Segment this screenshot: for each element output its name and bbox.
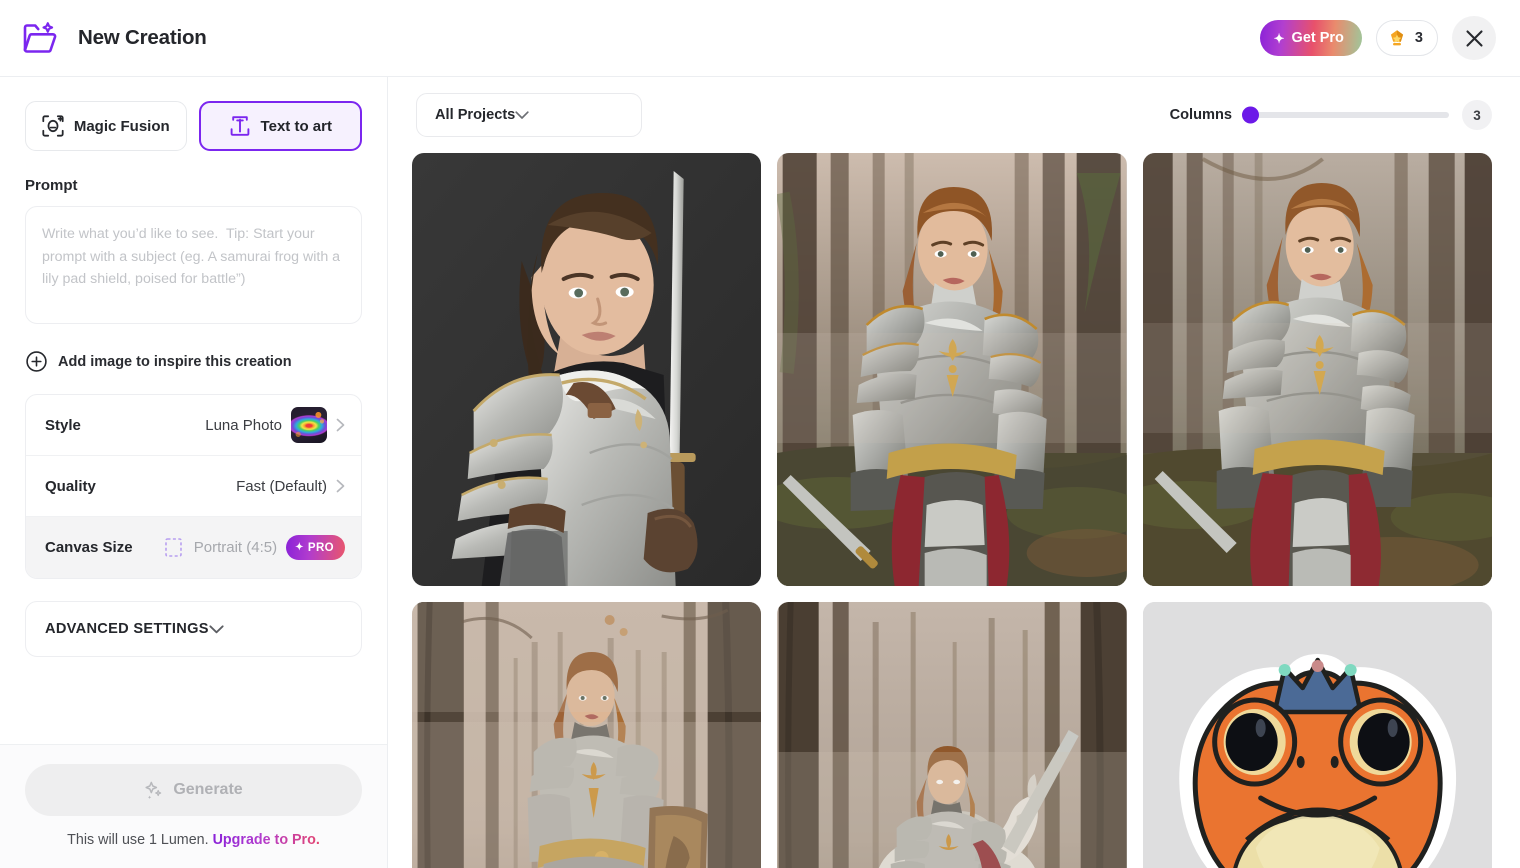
advanced-settings-toggle[interactable]: ADVANCED SETTINGS (25, 601, 362, 657)
add-inspiration-image-label: Add image to inspire this creation (58, 353, 292, 370)
sparkles-icon (144, 781, 163, 800)
setting-quality-value-wrap: Fast (Default) (236, 478, 345, 495)
gallery-tile-2[interactable] (777, 153, 1127, 586)
lumen-note: This will use 1 Lumen. Upgrade to Pro. (25, 832, 362, 848)
add-inspiration-image-button[interactable]: Add image to inspire this creation (26, 351, 362, 372)
text-frame-icon (229, 115, 251, 137)
face-scan-icon (42, 115, 64, 137)
page-title: New Creation (78, 26, 207, 49)
close-icon (1465, 29, 1483, 47)
gem-icon (1387, 29, 1407, 48)
columns-label: Columns (1169, 107, 1232, 123)
gallery-tile-4[interactable] (412, 602, 762, 868)
columns-slider[interactable] (1242, 106, 1449, 124)
dashed-square-icon (164, 538, 182, 557)
gallery-image-1 (412, 153, 762, 586)
projects-filter-value: All Projects (435, 107, 516, 123)
tab-text-to-art-label: Text to art (260, 117, 332, 135)
setting-row-quality[interactable]: Quality Fast (Default) (26, 456, 361, 517)
prompt-label: Prompt (25, 177, 78, 194)
settings-card: Style Luna Photo Quality Fast (Default) … (25, 394, 362, 579)
folder-sparkle-icon (22, 21, 58, 55)
setting-canvas-size-value: Portrait (4:5) (193, 539, 278, 556)
setting-canvas-size-label: Canvas Size (45, 539, 133, 556)
gallery-tile-6[interactable] (1142, 602, 1492, 868)
prompt-input[interactable] (25, 206, 362, 324)
credits-count: 3 (1414, 30, 1423, 46)
gallery-image-6 (1142, 602, 1492, 868)
luna-photo-thumbnail (291, 407, 327, 443)
sparkle-icon: ✦ (295, 542, 304, 553)
tab-text-to-art[interactable]: Text to art (198, 101, 362, 151)
gallery-toolbar: All Projects Columns 3 (388, 77, 1520, 153)
chevron-down-icon (209, 624, 224, 634)
setting-quality-value: Fast (Default) (236, 477, 327, 495)
setting-style-label: Style (45, 416, 81, 434)
mode-tabs: Magic Fusion Text to art (25, 101, 362, 151)
new-creation-window: New Creation ✦ Get Pro 3 Magic Fusion Te… (0, 0, 1520, 868)
get-pro-button[interactable]: ✦ Get Pro (1259, 20, 1362, 56)
sidebar-content: Magic Fusion Text to art Prompt Write wh… (0, 77, 387, 744)
close-button[interactable] (1452, 16, 1496, 60)
generate-label: Generate (173, 781, 243, 798)
chevron-down-icon (515, 110, 529, 120)
gallery-image-3 (1142, 153, 1492, 586)
upgrade-to-pro-link[interactable]: Upgrade to Pro. (213, 832, 320, 848)
sidebar-footer: Generate This will use 1 Lumen. Upgrade … (0, 744, 387, 868)
columns-value-badge: 3 (1462, 100, 1492, 130)
chevron-right-icon (336, 418, 345, 432)
brand: New Creation (22, 21, 207, 55)
creation-sidebar: Magic Fusion Text to art Prompt Write wh… (0, 77, 388, 868)
pro-badge: ✦ PRO (286, 535, 345, 560)
window-body: Magic Fusion Text to art Prompt Write wh… (0, 77, 1520, 868)
gallery-panel: All Projects Columns 3 (388, 77, 1520, 868)
setting-row-canvas-size[interactable]: Canvas Size Portrait (4:5) ✦ PRO (26, 517, 361, 578)
gallery-image-4 (412, 602, 762, 868)
columns-slider-thumb[interactable] (1242, 106, 1259, 124)
plus-circle-icon (26, 351, 47, 372)
gallery-tile-1[interactable] (412, 153, 762, 586)
pro-badge-label: PRO (307, 541, 334, 554)
gallery-tile-5[interactable] (777, 602, 1127, 868)
setting-row-style[interactable]: Style Luna Photo (26, 395, 361, 456)
setting-canvas-size-value-wrap: Portrait (4:5) ✦ PRO (164, 535, 345, 560)
setting-style-value: Luna Photo (205, 416, 282, 434)
chevron-right-icon (336, 479, 345, 493)
advanced-settings-label: ADVANCED SETTINGS (45, 621, 209, 637)
credits-pill[interactable]: 3 (1375, 20, 1438, 56)
lumen-note-text: This will use 1 Lumen. (67, 832, 209, 848)
image-gallery (388, 153, 1520, 868)
header-actions: ✦ Get Pro 3 (1259, 16, 1496, 60)
gallery-image-5 (777, 602, 1127, 868)
tab-magic-fusion-label: Magic Fusion (73, 117, 170, 135)
setting-style-value-wrap: Luna Photo (205, 407, 345, 443)
get-pro-label: Get Pro (1291, 30, 1344, 46)
gallery-tile-3[interactable] (1142, 153, 1492, 586)
columns-control: Columns 3 (1170, 100, 1492, 130)
tab-magic-fusion[interactable]: Magic Fusion (25, 101, 187, 151)
gallery-image-2 (777, 153, 1127, 586)
projects-filter-select[interactable]: All Projects (416, 93, 642, 137)
sparkle-icon: ✦ (1273, 30, 1285, 46)
generate-button[interactable]: Generate (25, 764, 362, 816)
window-header: New Creation ✦ Get Pro 3 (0, 0, 1520, 77)
setting-quality-label: Quality (45, 477, 96, 495)
